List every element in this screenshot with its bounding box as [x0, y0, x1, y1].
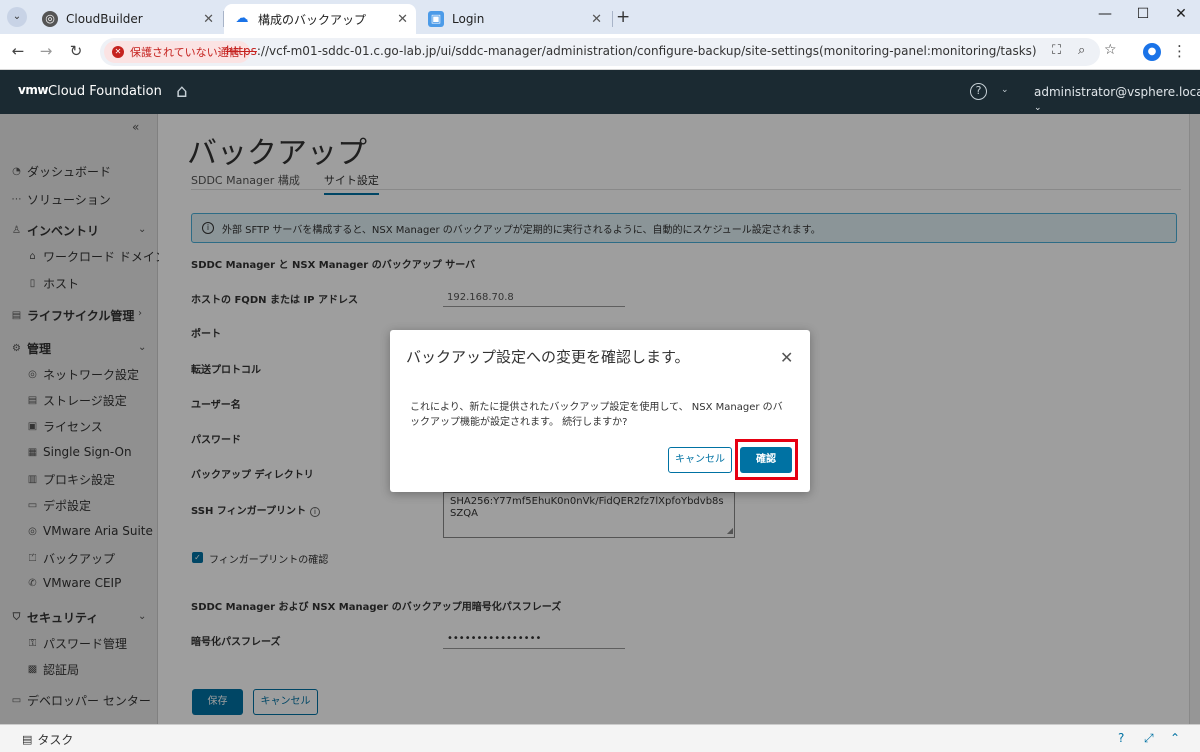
task-panel-bar: ▤ タスク ? ⤢ ⌃ [0, 724, 1200, 752]
tasks-label: タスク [37, 733, 74, 747]
close-icon[interactable]: ✕ [591, 12, 602, 27]
browser-tab-login[interactable]: ▣ Login ✕ [418, 4, 610, 34]
confirm-dialog: バックアップ設定への変更を確認します。 ✕ これにより、新たに提供されたバックア… [390, 330, 810, 492]
tab-title: CloudBuilder [66, 12, 143, 26]
close-icon[interactable]: ✕ [203, 12, 214, 27]
url-path: ://vcf-m01-sddc-01.c.go-lab.jp/ui/sddc-m… [256, 44, 1037, 58]
browser-tab-cloudbuilder[interactable]: ◎ CloudBuilder ✕ [32, 4, 222, 34]
window-close-icon[interactable]: ✕ [1166, 6, 1196, 22]
close-icon[interactable]: ✕ [397, 12, 408, 27]
security-label: 保護されていない通信 [130, 46, 240, 59]
zoom-icon[interactable]: ⌕ [1078, 43, 1085, 58]
minimize-icon[interactable]: — [1090, 6, 1120, 22]
dialog-confirm-button[interactable]: 確認 [740, 447, 792, 473]
app-header: vmw Cloud Foundation ⌂ ? ⌄ administrator… [0, 70, 1200, 114]
expand-icon[interactable]: ⤢ [1144, 731, 1154, 746]
warning-icon: ✕ [112, 46, 124, 58]
dialog-title: バックアップ設定への変更を確認します。 [406, 348, 690, 366]
bookmark-star-icon[interactable]: ☆ [1104, 42, 1117, 58]
cloud-icon: ☁ [235, 11, 249, 26]
forward-icon[interactable]: → [36, 42, 56, 60]
help-icon[interactable]: ? [970, 83, 987, 100]
browser-tab-bar: ⌄ ◎ CloudBuilder ✕ ☁ 構成のバックアップ ✕ ▣ Login… [0, 0, 1200, 34]
product-name: Cloud Foundation [48, 84, 162, 99]
new-tab-icon[interactable]: + [616, 7, 630, 27]
translate-icon[interactable]: ⛶ [1052, 43, 1061, 58]
chevron-down-icon[interactable]: ⌄ [1001, 85, 1009, 95]
reload-icon[interactable]: ↻ [66, 42, 86, 60]
dialog-message: これにより、新たに提供されたバックアップ設定を使用して、 NSX Manager… [410, 402, 783, 428]
url-text[interactable]: https://vcf-m01-sddc-01.c.go-lab.jp/ui/s… [226, 44, 1037, 58]
user-name: administrator@vsphere.local [1034, 85, 1200, 99]
user-menu[interactable]: administrator@vsphere.local ⌄ [1034, 85, 1200, 113]
globe-icon: ◎ [42, 11, 58, 27]
vmware-logo: vmw [18, 83, 48, 97]
login-icon: ▣ [428, 11, 444, 27]
tab-title: Login [452, 12, 485, 26]
more-menu-icon[interactable]: ⋮ [1172, 42, 1187, 60]
back-icon[interactable]: ← [8, 42, 28, 60]
tab-separator [612, 11, 613, 27]
browser-toolbar: ← → ↻ ✕ 保護されていない通信 https://vcf-m01-sddc-… [0, 34, 1200, 70]
url-scheme: https [226, 44, 257, 58]
browser-tab-backup[interactable]: ☁ 構成のバックアップ ✕ [224, 4, 416, 34]
chevron-up-icon[interactable]: ⌃ [1170, 731, 1180, 745]
help-icon[interactable]: ? [1118, 731, 1124, 745]
chevron-down-icon: ⌄ [1034, 103, 1042, 113]
close-icon[interactable]: ✕ [780, 348, 793, 367]
clipboard-icon: ▤ [22, 733, 33, 746]
tab-title: 構成のバックアップ [258, 12, 367, 27]
profile-icon[interactable]: ● [1143, 43, 1161, 61]
address-bar[interactable]: ✕ 保護されていない通信 https://vcf-m01-sddc-01.c.g… [100, 38, 1117, 66]
tab-search-chevron-icon[interactable]: ⌄ [7, 7, 27, 27]
dialog-cancel-button[interactable]: キャンセル [668, 447, 732, 473]
maximize-icon[interactable]: ☐ [1128, 6, 1158, 22]
home-icon[interactable]: ⌂ [176, 81, 187, 102]
tasks-toggle[interactable]: ▤ タスク [22, 731, 73, 748]
